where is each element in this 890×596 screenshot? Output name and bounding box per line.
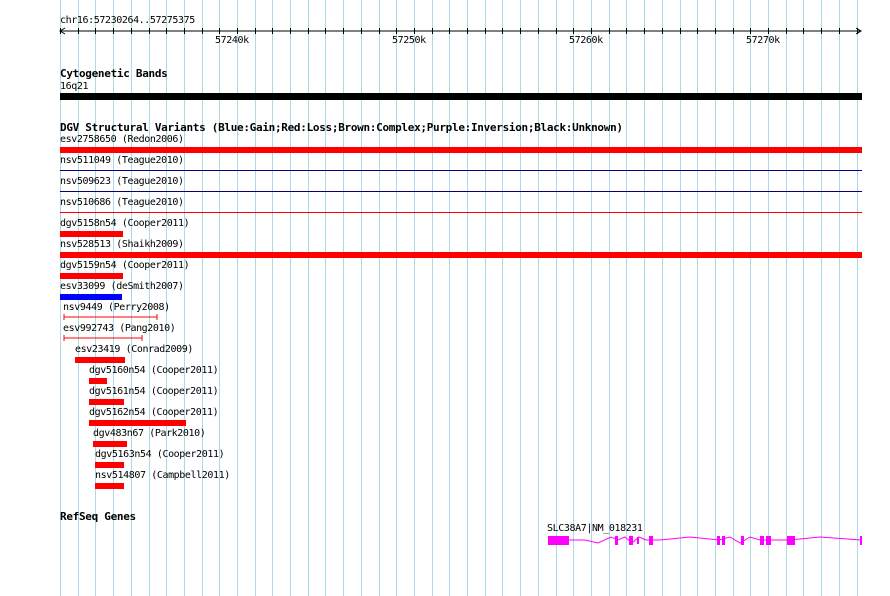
gene-model[interactable] — [0, 0, 890, 596]
genome-browser-panel: chr16:57230264..57275375 57240k 57250k 5… — [0, 0, 890, 596]
